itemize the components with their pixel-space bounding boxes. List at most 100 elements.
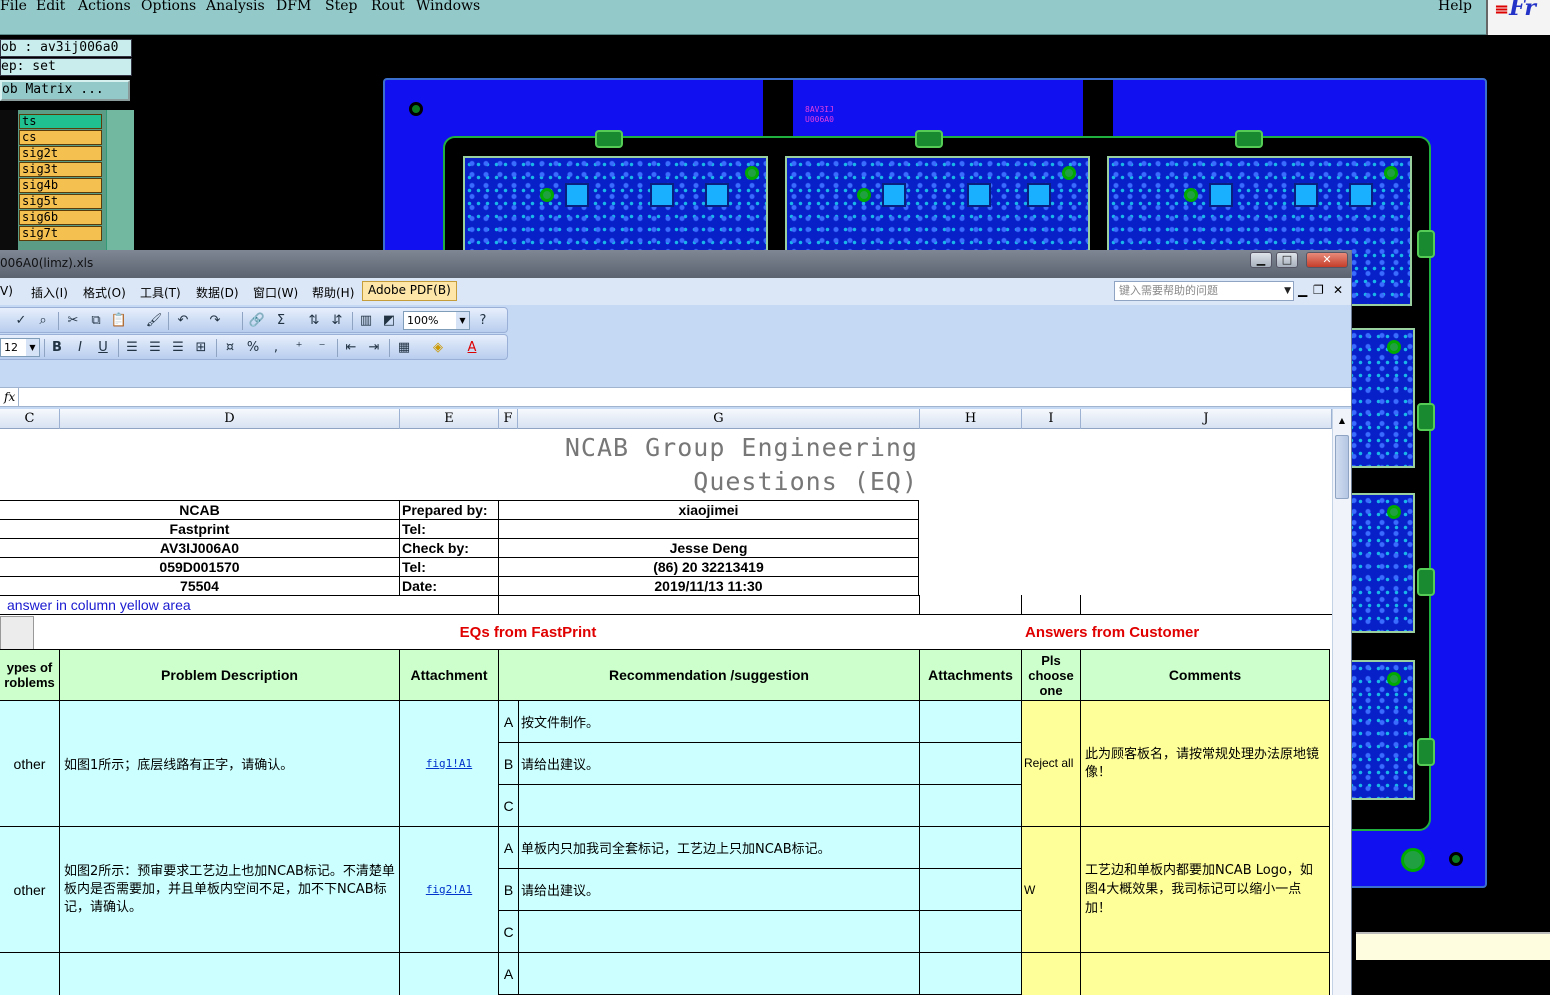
layer-item[interactable]: sig4b [19,178,102,193]
row1-type[interactable]: other [0,700,60,827]
increase-decimal-icon[interactable]: ⁺ [290,339,308,357]
row1-option-text[interactable] [518,784,920,827]
doc-restore-icon[interactable]: ❐ [1313,283,1324,297]
value-prepared-by[interactable]: xiaojimei [498,500,919,520]
value-date[interactable]: 2019/11/13 11:30 [498,576,919,596]
info-supplier[interactable]: Fastprint [0,519,400,539]
cam-menu-windows[interactable]: Windows [416,0,480,14]
row2-choice[interactable]: W [1021,826,1081,953]
row3-problem[interactable] [59,952,400,995]
layer-item[interactable]: cs [19,130,102,145]
scroll-thumb[interactable] [1335,435,1349,499]
sort-ascending-icon[interactable]: ⇅ [305,312,323,330]
row1-answer-attachment[interactable] [919,742,1022,785]
cam-menu-options[interactable]: Options [141,0,196,14]
row2-problem[interactable]: 如图2所示：预审要求工艺边上也加NCAB标记。不清楚单板内是否需要加，并且单板内… [59,826,400,953]
column-header-f[interactable]: F [499,409,518,429]
currency-icon[interactable]: ¤ [221,339,239,357]
value-check-by[interactable]: Jesse Deng [498,538,919,558]
align-center-icon[interactable]: ☰ [146,339,164,357]
step-field[interactable]: ep: set [0,58,132,76]
column-header-j[interactable]: J [1081,409,1332,429]
close-button[interactable]: ✕ [1306,252,1348,268]
menu-tools[interactable]: 工具(T) [140,284,181,301]
vertical-scrollbar[interactable]: ▲ [1332,409,1351,995]
chart-wizard-icon[interactable]: ▥ [357,312,375,330]
doc-close-icon[interactable]: ✕ [1333,283,1343,297]
increase-indent-icon[interactable]: ⇥ [365,339,383,357]
align-right-icon[interactable]: ☰ [169,339,187,357]
align-left-icon[interactable]: ☰ [123,339,141,357]
italic-icon[interactable]: I [71,339,89,357]
menu-data[interactable]: 数据(D) [196,284,239,301]
row2-comment[interactable]: 工艺边和单板内都要加NCAB Logo，如图4大概效果，我司标记可以缩小一点加！ [1080,826,1330,953]
row3-comment[interactable] [1080,952,1330,995]
column-header-c[interactable]: C [0,409,60,429]
row2-option-text[interactable] [518,910,920,953]
autosum-icon[interactable]: Σ [272,312,290,330]
menu-window[interactable]: 窗口(W) [253,284,298,301]
cam-menu-edit[interactable]: Edit [36,0,65,14]
row1-choice[interactable]: Reject all [1021,700,1081,827]
layer-item[interactable]: sig5t [19,194,102,209]
row2-attachment-link[interactable]: fig2!A1 [426,883,472,896]
layer-item[interactable]: sig7t [19,226,102,241]
help-icon[interactable]: ? [474,312,492,330]
column-header-d[interactable]: D [60,409,400,429]
row2-option-text[interactable]: 请给出建议。 [518,868,920,911]
layer-item[interactable]: sig3t [19,162,102,177]
column-header-i[interactable]: I [1022,409,1081,429]
row3-type[interactable] [0,952,60,995]
layer-item[interactable]: sig2t [19,146,102,161]
menu-format[interactable]: 格式(O) [83,284,126,301]
info-part-number[interactable]: 059D001570 [0,557,400,577]
comma-style-icon[interactable]: , [267,339,285,357]
cam-menu-step[interactable]: Step [325,0,357,14]
row1-attachment-link[interactable]: fig1!A1 [426,757,472,770]
row1-attachment-cell[interactable]: fig1!A1 [399,700,499,827]
column-header-h[interactable]: H [920,409,1022,429]
zoom-select[interactable]: 100% ▼ [403,311,470,330]
row2-answer-attachment[interactable] [919,826,1022,869]
font-color-icon[interactable]: A [463,339,481,357]
chevron-down-icon[interactable]: ▼ [456,312,469,329]
menu-insert[interactable]: 插入(I) [31,284,68,301]
sort-descending-icon[interactable]: ⇵ [328,312,346,330]
row1-option-text[interactable]: 请给出建议。 [518,742,920,785]
menu-view[interactable]: V) [0,284,13,298]
decrease-decimal-icon[interactable]: ⁻ [313,339,331,357]
column-header-e[interactable]: E [400,409,499,429]
row2-attachment-cell[interactable]: fig2!A1 [399,826,499,953]
formula-bar[interactable]: fx [0,387,1351,407]
row2-option-text[interactable]: 单板内只加我司全套标记，工艺边上只加NCAB标记。 [518,826,920,869]
undo-icon[interactable]: ↶ [174,312,192,330]
row3-option-text[interactable] [518,952,920,995]
decrease-indent-icon[interactable]: ⇤ [342,339,360,357]
drawing-icon[interactable]: ◩ [380,312,398,330]
info-customer[interactable]: NCAB [0,500,400,520]
column-header-g[interactable]: G [518,409,920,429]
info-job-number[interactable]: AV3IJ006A0 [0,538,400,558]
value-tel[interactable] [498,519,919,539]
hyperlink-icon[interactable]: 🔗 [248,312,266,330]
paste-icon[interactable]: 📋 [110,312,128,330]
borders-icon[interactable]: ▦ [395,339,413,357]
menu-adobe-pdf[interactable]: Adobe PDF(B) [362,281,457,301]
row1-option-text[interactable]: 按文件制作。 [518,700,920,743]
blank-cell[interactable] [0,616,34,651]
copy-icon[interactable]: ⧉ [87,312,105,330]
row1-answer-attachment[interactable] [919,700,1022,743]
maximize-button[interactable]: □ [1276,252,1298,268]
cam-menu-dfm[interactable]: DFM [276,0,311,14]
layer-list-scrollbar[interactable] [106,110,134,250]
doc-minimize-icon[interactable]: ▁ [1298,283,1307,297]
row3-choice[interactable] [1021,952,1081,995]
cam-menu-actions[interactable]: Actions [78,0,131,14]
job-matrix-button[interactable]: ob Matrix ... [0,80,130,101]
research-icon[interactable]: ⌕ [34,312,52,330]
cam-menu-help[interactable]: Help [1438,0,1472,14]
row1-comment[interactable]: 此为顾客板名，请按常规处理办法原地镜像！ [1080,700,1330,827]
chevron-down-icon[interactable]: ▼ [1284,282,1291,300]
spreadsheet-grid[interactable]: NCAB Group Engineering Questions (EQ) NC… [0,429,1332,995]
row2-type[interactable]: other [0,826,60,953]
